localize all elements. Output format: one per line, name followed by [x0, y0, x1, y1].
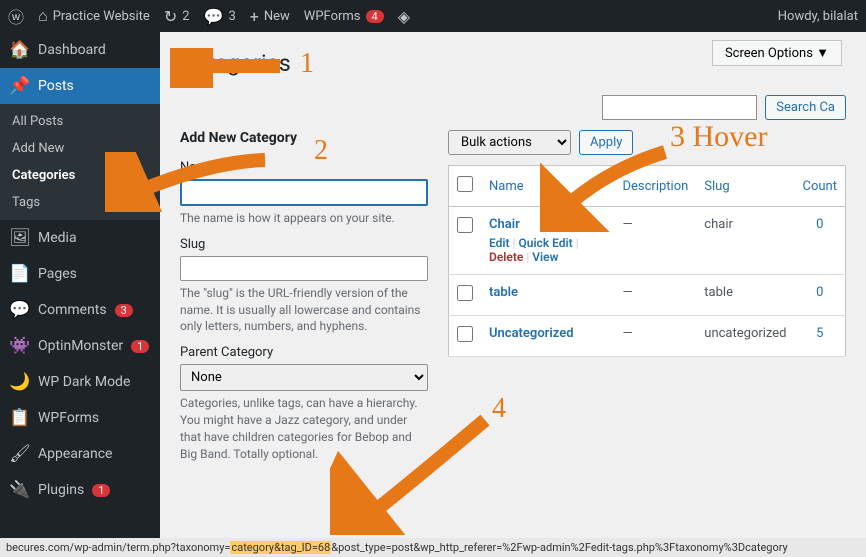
optin-icon: 👾 — [10, 336, 30, 356]
status-highlight: category&tag_ID=68 — [230, 541, 331, 554]
search-button[interactable]: Search Ca — [765, 95, 846, 120]
row-checkbox[interactable] — [457, 326, 473, 342]
slug-desc: The "slug" is the URL-friendly version o… — [180, 285, 428, 335]
menu-plugins[interactable]: 🔌Plugins 1 — [0, 472, 160, 508]
bulk-actions-select[interactable]: Bulk actions — [448, 130, 571, 155]
submenu-categories[interactable]: Categories — [0, 162, 160, 189]
wpforms-badge: 4 — [366, 10, 384, 23]
pin-icon: 📌 — [10, 76, 30, 96]
select-all-checkbox[interactable] — [457, 176, 473, 192]
form-heading: Add New Category — [180, 130, 428, 146]
col-count[interactable]: Count — [795, 166, 846, 207]
search-input[interactable] — [602, 95, 757, 120]
col-slug[interactable]: Slug — [696, 166, 794, 207]
howdy-link[interactable]: Howdy, bilalat — [778, 9, 858, 24]
menu-posts-submenu: All Posts Add New Categories Tags — [0, 104, 160, 220]
name-label: Name — [180, 160, 428, 175]
admin-menu: 🏠Dashboard 📌Posts All Posts Add New Cate… — [0, 32, 160, 557]
row-slug: chair — [696, 207, 794, 275]
name-input[interactable] — [180, 179, 428, 206]
updates-link[interactable]: ↻2 — [164, 7, 190, 26]
row-checkbox[interactable] — [457, 285, 473, 301]
table-row: table — table 0 — [449, 275, 846, 316]
categories-table: Name Description Slug Count ChairEdit | … — [448, 165, 846, 357]
menu-posts[interactable]: 📌Posts — [0, 68, 160, 104]
row-name-link[interactable]: Uncategorized — [489, 326, 574, 341]
parent-desc: Categories, unlike tags, can have a hier… — [180, 395, 428, 462]
plugins-badge: 1 — [92, 484, 110, 497]
refresh-icon: ↻ — [164, 7, 177, 26]
menu-optinmonster[interactable]: 👾OptinMonster 1 — [0, 328, 160, 364]
submenu-all-posts[interactable]: All Posts — [0, 108, 160, 135]
row-delete[interactable]: Delete — [489, 250, 523, 264]
name-desc: The name is how it appears on your site. — [180, 210, 428, 227]
row-view[interactable]: View — [532, 250, 558, 264]
submenu-tags[interactable]: Tags — [0, 189, 160, 216]
dashboard-icon: 🏠 — [10, 40, 30, 60]
wp-logo[interactable]: ⓦ — [8, 4, 24, 28]
optin-badge: 1 — [131, 340, 149, 353]
row-count-link[interactable]: 5 — [816, 326, 823, 341]
parent-select[interactable]: None — [180, 364, 428, 391]
admin-bar: ⓦ ⌂Practice Website ↻2 💬3 +New WPForms 4… — [0, 0, 866, 32]
row-slug: table — [696, 275, 794, 316]
wpforms-link[interactable]: WPForms 4 — [304, 9, 384, 24]
row-desc: — — [614, 275, 696, 316]
brush-icon: 🖌 — [10, 444, 30, 464]
col-desc[interactable]: Description — [614, 166, 696, 207]
menu-wpforms[interactable]: 📋WPForms — [0, 400, 160, 436]
row-checkbox[interactable] — [457, 217, 473, 233]
media-icon: 🖼 — [10, 228, 30, 248]
row-count-link[interactable]: 0 — [816, 285, 823, 300]
comments-icon: 💬 — [10, 300, 30, 320]
row-name-link[interactable]: Chair — [489, 217, 520, 232]
row-count-link[interactable]: 0 — [816, 217, 823, 232]
menu-comments[interactable]: 💬Comments 3 — [0, 292, 160, 328]
menu-dark-mode[interactable]: 🌙WP Dark Mode — [0, 364, 160, 400]
diamond-icon[interactable]: ◈ — [398, 7, 410, 26]
table-row: ChairEdit | Quick Edit | Delete | View —… — [449, 207, 846, 275]
row-slug: uncategorized — [696, 316, 794, 357]
plugin-icon: 🔌 — [10, 480, 30, 500]
comment-icon: 💬 — [204, 7, 224, 26]
row-desc: — — [614, 316, 696, 357]
comments-link[interactable]: 💬3 — [204, 7, 236, 26]
slug-label: Slug — [180, 237, 428, 252]
slug-input[interactable] — [180, 256, 428, 281]
menu-pages[interactable]: 📄Pages — [0, 256, 160, 292]
row-desc: — — [614, 207, 696, 275]
menu-media[interactable]: 🖼Media — [0, 220, 160, 256]
row-edit[interactable]: Edit — [489, 236, 510, 250]
screen-options-button[interactable]: Screen Options ▼ — [712, 40, 842, 66]
plus-icon: + — [250, 7, 259, 26]
status-bar: becures.com/wp-admin/term.php?taxonomy=c… — [0, 538, 866, 557]
pages-icon: 📄 — [10, 264, 30, 284]
new-link[interactable]: +New — [250, 7, 290, 26]
row-quick-edit[interactable]: Quick Edit — [518, 236, 572, 250]
comments-badge: 3 — [115, 304, 133, 317]
col-name[interactable]: Name — [481, 166, 614, 207]
row-name-link[interactable]: table — [489, 285, 518, 300]
form-icon: 📋 — [10, 408, 30, 428]
parent-label: Parent Category — [180, 345, 428, 360]
content-area: Screen Options ▼ Categories Search Ca Ad… — [160, 32, 866, 557]
menu-dashboard[interactable]: 🏠Dashboard — [0, 32, 160, 68]
apply-button[interactable]: Apply — [579, 130, 633, 155]
menu-appearance[interactable]: 🖌Appearance — [0, 436, 160, 472]
submenu-add-new[interactable]: Add New — [0, 135, 160, 162]
home-icon: ⌂ — [38, 6, 48, 26]
moon-icon: 🌙 — [10, 372, 30, 392]
table-row: Uncategorized — uncategorized 5 — [449, 316, 846, 357]
add-category-form: Add New Category Name The name is how it… — [180, 130, 428, 462]
site-link[interactable]: ⌂Practice Website — [38, 6, 150, 26]
